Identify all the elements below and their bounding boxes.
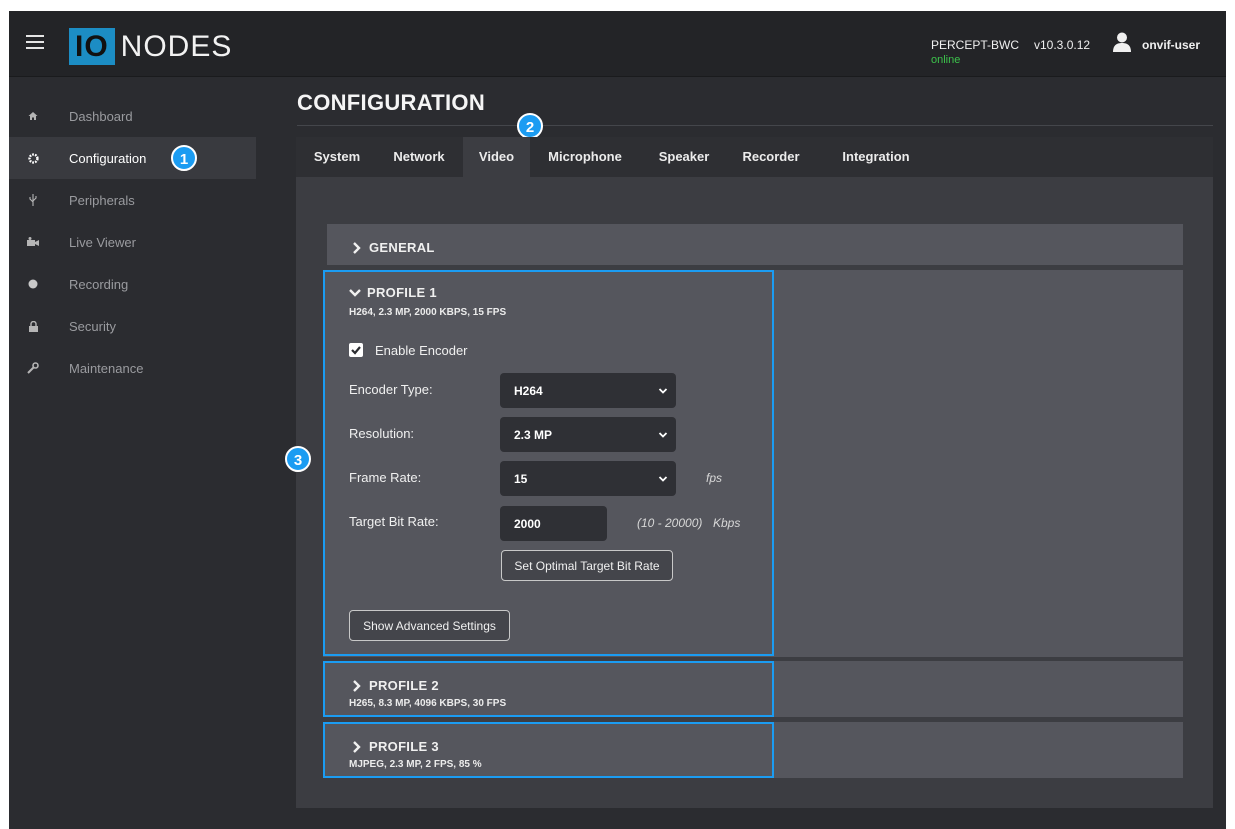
callout-badge-1: 1 — [171, 145, 197, 171]
show-advanced-settings-button[interactable]: Show Advanced Settings — [349, 610, 510, 641]
sidebar-item-live-viewer[interactable]: Live Viewer — [9, 221, 256, 263]
sidebar-item-label: Peripherals — [69, 192, 135, 208]
resolution-label: Resolution: — [349, 426, 415, 441]
sidebar: Dashboard Configuration Peripherals Live… — [9, 77, 256, 829]
target-bit-rate-label: Target Bit Rate: — [349, 514, 439, 529]
profile-3-title: PROFILE 3 — [369, 739, 439, 754]
chevron-right-icon — [353, 740, 361, 753]
profile-1-title: PROFILE 1 — [367, 285, 437, 300]
usb-icon — [27, 194, 39, 206]
sidebar-item-dashboard[interactable]: Dashboard — [9, 95, 256, 137]
sidebar-item-label: Security — [69, 318, 116, 334]
resolution-value: 2.3 MP — [514, 428, 553, 442]
tab-integration[interactable]: Integration — [827, 137, 925, 177]
sidebar-item-security[interactable]: Security — [9, 305, 256, 347]
app-window: IO NODES PERCEPT-BWC online v10.3.0.12 o… — [9, 11, 1226, 829]
encoder-type-label: Encoder Type: — [349, 382, 433, 397]
device-status: online — [931, 54, 961, 66]
user-icon[interactable] — [1113, 32, 1131, 52]
sidebar-item-label: Maintenance — [69, 360, 144, 376]
user-name[interactable]: onvif-user — [1142, 38, 1200, 52]
firmware-version: v10.3.0.12 — [1034, 38, 1091, 52]
callout-badge-3: 3 — [285, 446, 311, 472]
top-bar: IO NODES PERCEPT-BWC online v10.3.0.12 o… — [9, 11, 1226, 77]
tab-microphone[interactable]: Microphone — [532, 137, 638, 177]
chevron-right-icon — [353, 241, 361, 254]
chevron-down-icon — [658, 432, 668, 438]
sidebar-item-maintenance[interactable]: Maintenance — [9, 347, 256, 389]
profile-1-header[interactable]: PROFILE 1 — [349, 285, 437, 300]
set-optimal-bit-rate-button[interactable]: Set Optimal Target Bit Rate — [501, 550, 673, 581]
general-panel-header[interactable]: GENERAL — [351, 240, 435, 255]
sidebar-item-label: Dashboard — [69, 108, 133, 124]
title-divider — [297, 125, 1213, 126]
chevron-right-icon — [353, 679, 361, 692]
checkmark-icon — [351, 346, 361, 355]
logo-text: NODES — [120, 29, 233, 63]
hamburger-menu-icon[interactable] — [26, 35, 44, 49]
profile-3-header[interactable]: PROFILE 3 — [351, 739, 439, 754]
enable-encoder-checkbox[interactable] — [349, 343, 363, 357]
lock-icon — [27, 320, 39, 332]
target-bit-rate-value: 2000 — [514, 517, 541, 531]
profile-1-summary: H264, 2.3 MP, 2000 KBPS, 15 FPS — [349, 307, 507, 318]
profile-2-title: PROFILE 2 — [369, 678, 439, 693]
encoder-type-value: H264 — [514, 384, 543, 398]
chevron-down-icon — [658, 476, 668, 482]
sidebar-item-label: Live Viewer — [69, 234, 136, 250]
page-title: CONFIGURATION — [297, 90, 486, 115]
general-panel-title: GENERAL — [369, 240, 435, 255]
tab-system[interactable]: System — [300, 137, 374, 177]
chevron-down-icon — [658, 388, 668, 394]
callout-badge-2: 2 — [517, 113, 543, 139]
general-panel — [327, 224, 1183, 265]
tab-speaker[interactable]: Speaker — [651, 137, 717, 177]
home-icon — [27, 110, 39, 122]
tab-video[interactable]: Video — [463, 137, 530, 177]
frame-rate-value: 15 — [514, 472, 528, 486]
encoder-type-select[interactable]: H264 — [500, 373, 676, 408]
target-bit-rate-unit: Kbps — [713, 516, 741, 530]
sidebar-item-label: Configuration — [69, 150, 147, 166]
device-name: PERCEPT-BWC — [931, 38, 1020, 52]
target-bit-rate-input[interactable]: 2000 — [500, 506, 607, 541]
enable-encoder-label: Enable Encoder — [375, 343, 468, 358]
profile-2-summary: H265, 8.3 MP, 4096 KBPS, 30 FPS — [349, 698, 507, 709]
record-icon — [27, 278, 39, 290]
gear-icon — [27, 152, 39, 164]
sidebar-item-configuration[interactable]: Configuration — [9, 137, 256, 179]
frame-rate-label: Frame Rate: — [349, 470, 422, 485]
sidebar-item-recording[interactable]: Recording — [9, 263, 256, 305]
resolution-select[interactable]: 2.3 MP — [500, 417, 676, 452]
wrench-icon — [27, 362, 39, 374]
sidebar-item-label: Recording — [69, 276, 129, 292]
tab-network[interactable]: Network — [378, 137, 460, 177]
frame-rate-select[interactable]: 15 — [500, 461, 676, 496]
logo-mark: IO — [69, 28, 115, 65]
sidebar-item-peripherals[interactable]: Peripherals — [9, 179, 256, 221]
tab-recorder[interactable]: Recorder — [729, 137, 813, 177]
profile-2-header[interactable]: PROFILE 2 — [351, 678, 439, 693]
profile-3-summary: MJPEG, 2.3 MP, 2 FPS, 85 % — [349, 759, 482, 770]
camera-icon — [27, 236, 39, 248]
logo: IO NODES — [69, 28, 232, 65]
tab-bar: System Network Video Microphone Speaker … — [296, 137, 1213, 177]
frame-rate-unit: fps — [706, 471, 723, 485]
chevron-down-icon — [349, 288, 361, 297]
target-bit-rate-range: (10 - 20000) — [637, 516, 703, 530]
